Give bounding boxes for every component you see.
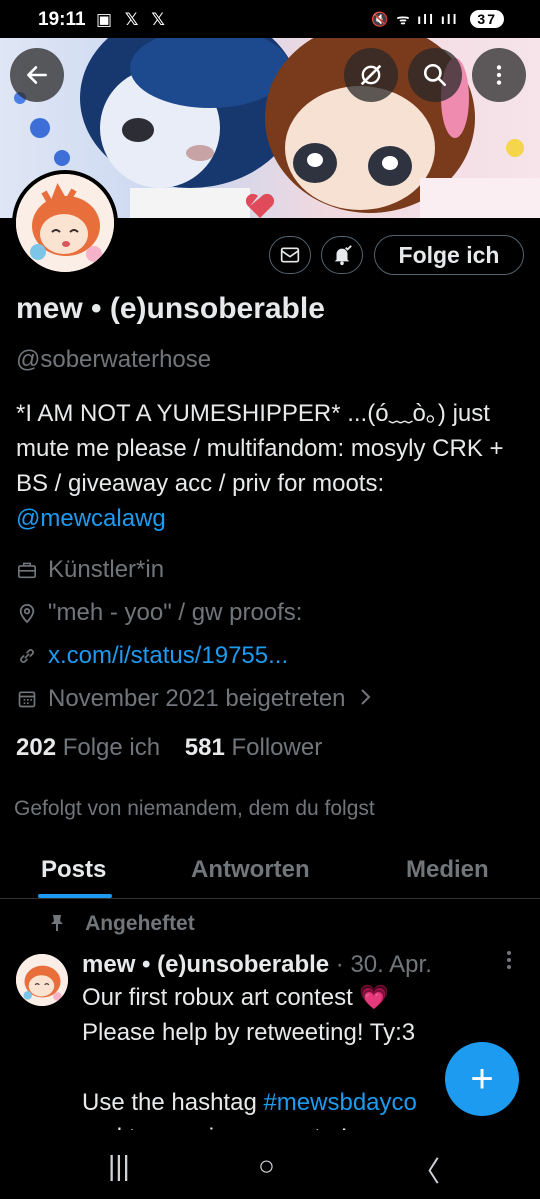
plus-icon: + (470, 1056, 494, 1101)
link-icon (16, 646, 38, 666)
profile-bio: *I AM NOT A YUMESHIPPER* ...(ó﹏ò｡) just … (16, 396, 526, 536)
search-icon (423, 63, 447, 87)
profile-tabs: Posts Antworten Medien (0, 848, 540, 899)
location-text: "meh - yoo" / gw proofs: (48, 599, 303, 626)
compose-button[interactable]: + (445, 1042, 519, 1116)
website-link[interactable]: x.com/i/status/19755... (48, 642, 288, 670)
follow-counts: 202 Folge ich 581 Follower (16, 734, 322, 762)
post-date[interactable]: · 30. Apr. (336, 951, 432, 978)
system-nav-bar: ||| ○ 〈 (0, 1138, 540, 1199)
message-button[interactable] (269, 236, 311, 274)
tab-posts[interactable]: Posts (41, 856, 106, 884)
joined-row[interactable]: November 2021 beigetreten (16, 685, 372, 713)
calendar-icon (16, 689, 38, 709)
post-line-2: Please help by retweeting! Ty:3 (82, 1019, 416, 1046)
more-vertical-icon (496, 65, 502, 85)
active-tab-indicator (38, 894, 112, 898)
back-button[interactable] (10, 48, 64, 102)
post-line-4: and tag me in your entry! (82, 1120, 522, 1130)
profile-handle: @soberwaterhose (16, 346, 212, 373)
tab-media[interactable]: Medien (406, 856, 489, 884)
bio-mention-link[interactable]: @mewcalawg (16, 505, 166, 532)
profession-text: Künstler*in (48, 556, 165, 583)
bell-check-icon (334, 245, 352, 266)
pinned-label: Angeheftet (50, 912, 195, 936)
following-count-link[interactable]: 202 Folge ich (16, 734, 160, 761)
mail-icon (280, 247, 300, 263)
search-button[interactable] (408, 48, 462, 102)
post-line-3-text: Use the hashtag (82, 1089, 264, 1116)
status-bar: 19:11 ▣ 𝕏 𝕏 🔇 ᯤ ıll ıll 37 (0, 0, 540, 40)
home-button[interactable]: ○ (258, 1150, 275, 1182)
website-row[interactable]: x.com/i/status/19755... (16, 642, 288, 670)
post-author-name[interactable]: mew • (e)unsoberable (82, 951, 329, 978)
chevron-right-icon (360, 685, 372, 713)
bio-text: *I AM NOT A YUMESHIPPER* ...(ó﹏ò｡) just … (16, 400, 504, 497)
profession-row: Künstler*in (16, 556, 164, 584)
profile-name: mew • (e)unsoberable (16, 292, 325, 325)
back-nav-button[interactable]: 〈 (412, 1150, 440, 1190)
location-pin-icon (16, 602, 38, 624)
avatar-illustration (16, 174, 114, 272)
following-label: Folge ich (62, 734, 161, 761)
battery-icon: 37 (470, 10, 504, 28)
notification-icons: ▣ 𝕏 𝕏 (96, 10, 169, 29)
more-button[interactable] (472, 48, 526, 102)
system-icons: 🔇 ᯤ ıll ıll 37 (371, 10, 504, 29)
recents-button[interactable]: ||| (108, 1150, 130, 1182)
notification-button[interactable] (321, 236, 363, 274)
mute-button[interactable] (344, 48, 398, 102)
tab-replies[interactable]: Antworten (191, 856, 310, 884)
followers-label: Follower (231, 734, 323, 761)
post-line-1: Our first robux art contest 💗 (82, 984, 390, 1011)
signal-icons: 🔇 ᯤ ıll ıll (371, 11, 459, 27)
post-avatar-illustration (16, 954, 68, 1006)
following-count: 202 (16, 734, 57, 761)
briefcase-icon (16, 561, 38, 579)
post-more-button[interactable] (506, 950, 512, 976)
following-button[interactable]: Folge ich (374, 235, 524, 275)
pin-icon (51, 915, 63, 931)
joined-text: November 2021 beigetreten (48, 685, 346, 712)
post-hashtag-link[interactable]: #mewsbdayco (263, 1089, 416, 1116)
arrow-left-icon (27, 66, 47, 84)
location-row: "meh - yoo" / gw proofs: (16, 599, 302, 627)
pinned-text: Angeheftet (85, 912, 195, 935)
mute-icon (360, 64, 382, 86)
post-author-avatar[interactable] (16, 954, 68, 1006)
post-header: mew • (e)unsoberable · 30. Apr. (82, 951, 432, 979)
followers-count: 581 (184, 734, 225, 761)
more-vertical-icon (507, 951, 511, 969)
status-time: 19:11 (38, 9, 86, 30)
profile-avatar[interactable] (12, 170, 118, 276)
followed-by-text: Gefolgt von niemandem, dem du folgst (14, 797, 375, 820)
followers-count-link[interactable]: 581 Follower (185, 734, 322, 761)
